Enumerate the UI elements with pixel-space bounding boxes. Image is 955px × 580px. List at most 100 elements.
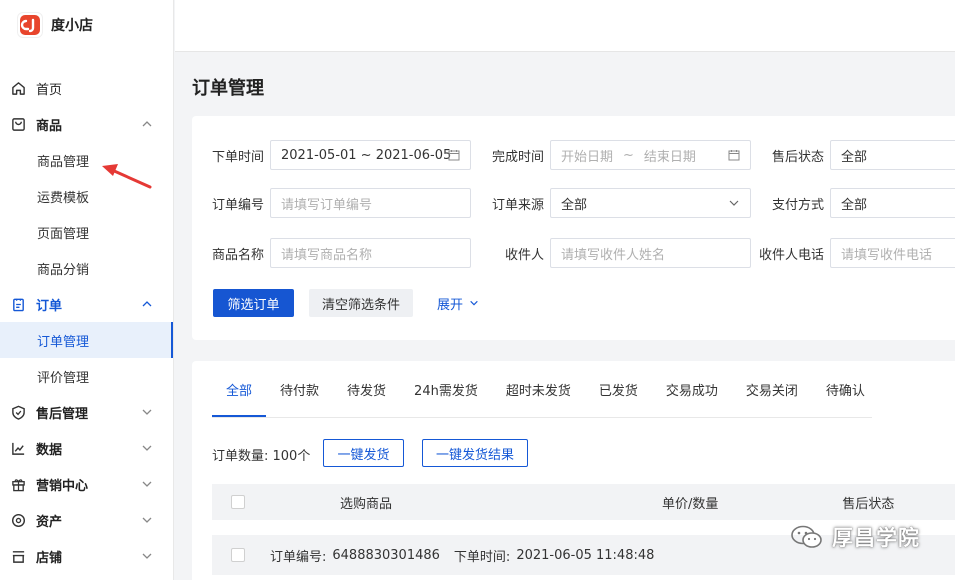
shield-icon: [10, 404, 26, 420]
order-source-label: 订单来源: [491, 197, 544, 213]
order-no-label: 订单编号:: [270, 549, 327, 565]
order-time-range-picker[interactable]: 2021-05-01 ~ 2021-06-05: [270, 140, 471, 170]
tab-shipped[interactable]: 已发货: [585, 361, 652, 417]
select-all-checkbox[interactable]: [231, 495, 245, 509]
sidebar-item-data[interactable]: 数据: [0, 430, 173, 466]
column-header: 单价/数量: [662, 496, 719, 512]
tab-pending-confirm[interactable]: 待确认: [812, 361, 879, 417]
order-no-input[interactable]: 请填写订单编号: [270, 188, 471, 218]
order-no-value: 6488830301486: [332, 547, 440, 563]
order-status-tabs: 全部 待付款 待发货 24h需发货 超时未发货 已发货 交易成功 交易关闭 待确…: [212, 361, 879, 417]
sidebar-item-marketing[interactable]: 营销中心: [0, 466, 173, 502]
orders-table-header: 选购商品 单价/数量 售后状态: [212, 484, 955, 520]
store-icon: [10, 548, 26, 564]
sidebar-item-label: 商品管理: [37, 154, 90, 170]
chart-icon: [10, 440, 26, 456]
sidebar-menu: 首页 商品 商品管理 运费模板 页面管理 商品分销 订单 订单管理 评价管理 售…: [0, 50, 173, 574]
column-header: 选购商品: [340, 496, 393, 512]
sidebar-item-label: 营销中心: [36, 478, 89, 494]
sidebar-item-label: 评价管理: [37, 370, 90, 386]
sidebar-item-orders[interactable]: 订单: [0, 286, 173, 322]
filter-orders-button[interactable]: 筛选订单: [213, 289, 294, 317]
product-name-input[interactable]: 请填写商品名称: [270, 238, 471, 268]
sidebar-item-label: 运费模板: [37, 190, 90, 206]
chevron-down-icon: [142, 445, 152, 451]
pay-method-select[interactable]: 全部: [830, 188, 955, 218]
chevron-down-icon: [470, 300, 478, 306]
receiver-input[interactable]: 请填写收件人姓名: [550, 238, 751, 268]
sidebar-item-assets[interactable]: 资产: [0, 502, 173, 538]
tab-overdue-shipment[interactable]: 超时未发货: [492, 361, 585, 417]
coin-icon: [10, 512, 26, 528]
aftersale-status-label: 售后状态: [771, 149, 824, 165]
order-time-value: 2021-06-05 11:48:48: [516, 547, 655, 563]
bag-icon: [10, 116, 26, 132]
finish-time-label: 完成时间: [491, 149, 544, 165]
chevron-down-icon: [729, 200, 739, 206]
receiver-placeholder: 请填写收件人姓名: [561, 247, 666, 263]
sidebar: 度小店 首页 商品 商品管理 运费模板 页面管理 商品分销 订单 订单管理 评价…: [0, 0, 174, 580]
product-name-placeholder: 请填写商品名称: [281, 247, 373, 263]
sidebar-item-label: 订单管理: [37, 334, 90, 350]
sidebar-item-label: 售后管理: [36, 406, 89, 422]
app-name: 度小店: [51, 18, 93, 34]
bulk-ship-button[interactable]: 一键发货: [323, 439, 404, 467]
gift-icon: [10, 476, 26, 492]
tab-pending-shipment[interactable]: 待发货: [333, 361, 400, 417]
sidebar-item-products[interactable]: 商品: [0, 106, 173, 142]
tab-closed[interactable]: 交易关闭: [732, 361, 812, 417]
sidebar-item-label: 页面管理: [37, 226, 90, 242]
tab-completed[interactable]: 交易成功: [652, 361, 732, 417]
annotation-arrow-icon: [102, 164, 152, 189]
aftersale-status-select[interactable]: 全部: [830, 140, 955, 170]
sidebar-item-label: 资产: [36, 514, 63, 530]
chevron-up-icon: [142, 121, 152, 127]
calendar-icon: [728, 150, 740, 161]
chevron-up-icon: [142, 301, 152, 307]
order-time-label: 下单时间: [211, 149, 264, 165]
home-icon: [10, 80, 26, 96]
wechat-icon: [791, 525, 822, 548]
watermark: 厚昌学院: [790, 522, 920, 552]
sidebar-item-page-management[interactable]: 页面管理: [0, 214, 173, 250]
aftersale-status-value: 全部: [841, 149, 868, 165]
order-no-placeholder: 请填写订单编号: [281, 197, 373, 213]
tab-pending-payment[interactable]: 待付款: [266, 361, 333, 417]
order-time-value: 2021-05-01 ~ 2021-06-05: [281, 147, 452, 163]
sidebar-item-product-distribution[interactable]: 商品分销: [0, 250, 173, 286]
tabs-divider: [212, 417, 872, 418]
expand-filters-link[interactable]: 展开: [428, 289, 488, 317]
sidebar-item-label: 首页: [36, 82, 63, 98]
pay-method-label: 支付方式: [771, 197, 824, 213]
sidebar-item-label: 数据: [36, 442, 63, 458]
bulk-ship-result-button[interactable]: 一键发货结果: [422, 439, 528, 467]
receiver-phone-input[interactable]: 请填写收件电话: [830, 238, 955, 268]
sidebar-item-label: 商品: [36, 118, 63, 134]
sidebar-item-review-management[interactable]: 评价管理: [0, 358, 173, 394]
clear-filters-button[interactable]: 清空筛选条件: [309, 289, 413, 317]
page-title: 订单管理: [192, 78, 264, 99]
sidebar-item-aftersale[interactable]: 售后管理: [0, 394, 173, 430]
range-separator: ~: [623, 147, 634, 163]
brand[interactable]: 度小店: [0, 0, 173, 50]
receiver-phone-label: 收件人电话: [758, 247, 824, 263]
order-source-select[interactable]: 全部: [550, 188, 751, 218]
tab-ship-within-24h[interactable]: 24h需发货: [400, 361, 492, 417]
finish-time-range-picker[interactable]: 开始日期 ~ 结束日期: [550, 140, 751, 170]
clipboard-icon: [10, 296, 26, 312]
sidebar-item-store[interactable]: 店铺: [0, 538, 173, 574]
sidebar-item-home[interactable]: 首页: [0, 70, 173, 106]
order-no-label: 订单编号: [211, 197, 264, 213]
pay-method-value: 全部: [841, 197, 868, 213]
receiver-phone-placeholder: 请填写收件电话: [841, 247, 933, 263]
sidebar-item-order-management[interactable]: 订单管理: [0, 322, 173, 358]
receiver-label: 收件人: [504, 247, 544, 263]
expand-label: 展开: [436, 297, 463, 313]
watermark-text: 厚昌学院: [832, 526, 920, 550]
tab-all[interactable]: 全部: [212, 361, 267, 417]
chevron-down-icon: [142, 553, 152, 559]
chevron-down-icon: [142, 481, 152, 487]
row-checkbox[interactable]: [231, 548, 245, 562]
sidebar-item-label: 商品分销: [37, 262, 90, 278]
calendar-icon: [448, 150, 460, 161]
